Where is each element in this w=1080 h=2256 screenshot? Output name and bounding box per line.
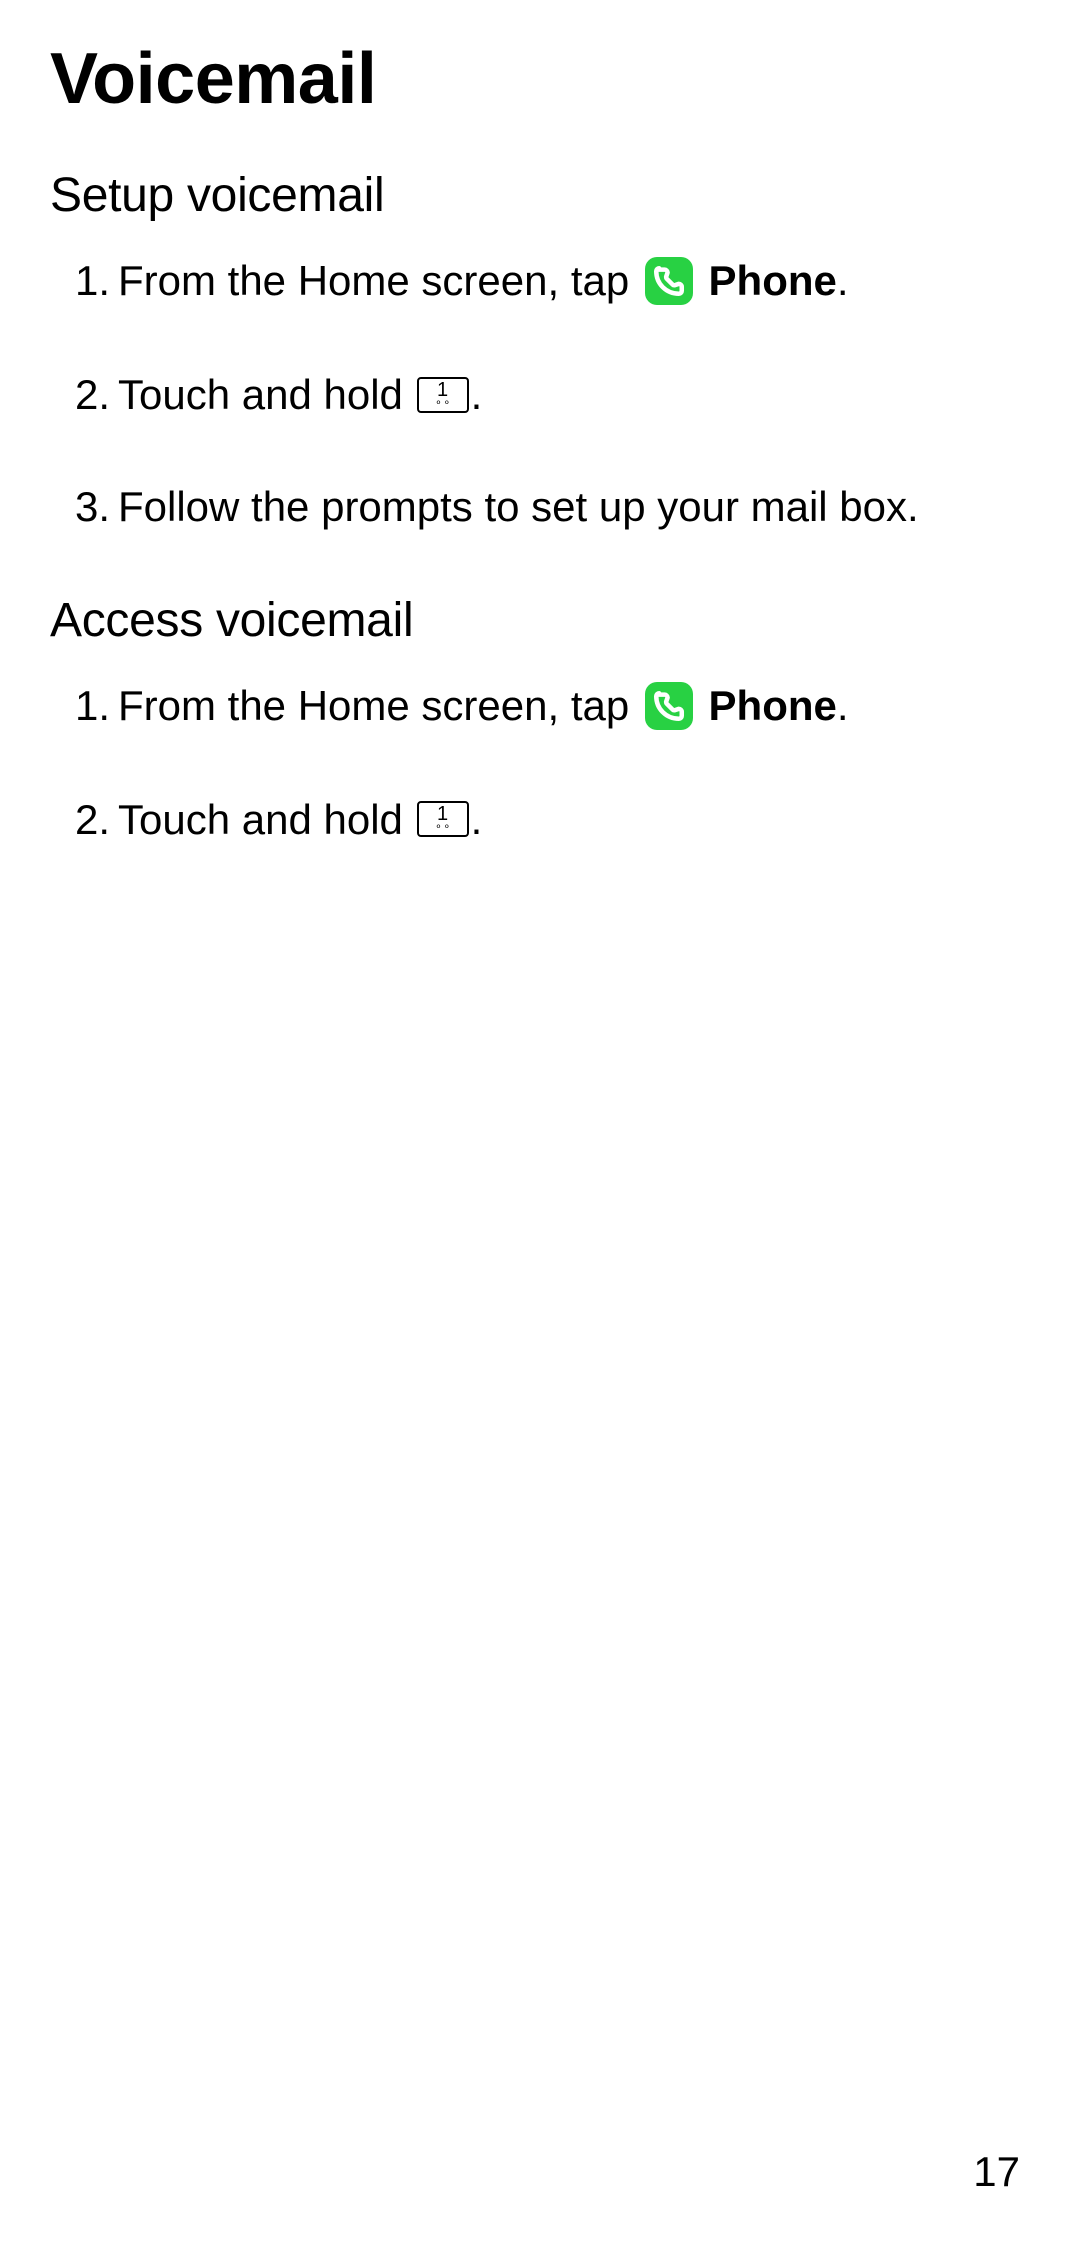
step-text: Touch and hold <box>118 371 415 418</box>
step-text: From the Home screen, tap <box>118 682 641 729</box>
key-1-icon: 1⚬⚬ <box>417 377 469 413</box>
key-digit: 1 <box>437 804 448 824</box>
key-subsymbol: ⚬⚬ <box>434 823 451 833</box>
step-text: . <box>471 796 483 843</box>
step-text: Follow the prompts to set up your mail b… <box>118 483 919 530</box>
phone-label: Phone <box>709 682 837 729</box>
phone-label: Phone <box>709 257 837 304</box>
step-text: . <box>837 682 849 729</box>
step-text: . <box>837 257 849 304</box>
page: Voicemail Setup voicemail From the Home … <box>0 0 1080 2256</box>
steps-setup: From the Home screen, tap Phone. Touch a… <box>50 253 1030 536</box>
steps-access: From the Home screen, tap Phone. Touch a… <box>50 678 1030 849</box>
list-item: Touch and hold 1⚬⚬. <box>118 367 1030 424</box>
list-item: From the Home screen, tap Phone. <box>118 253 1030 311</box>
step-text: Touch and hold <box>118 796 415 843</box>
list-item: From the Home screen, tap Phone. <box>118 678 1030 736</box>
key-1-icon: 1⚬⚬ <box>417 801 469 837</box>
list-item: Touch and hold 1⚬⚬. <box>118 792 1030 849</box>
section-heading-setup: Setup voicemail <box>50 167 1030 225</box>
phone-icon <box>645 257 693 305</box>
step-text: . <box>471 371 483 418</box>
step-text: From the Home screen, tap <box>118 257 641 304</box>
list-item: Follow the prompts to set up your mail b… <box>118 479 1030 536</box>
phone-icon <box>645 682 693 730</box>
section-heading-access: Access voicemail <box>50 592 1030 650</box>
page-title: Voicemail <box>50 40 1030 119</box>
key-subsymbol: ⚬⚬ <box>434 399 451 409</box>
page-number: 17 <box>973 2148 1020 2196</box>
key-digit: 1 <box>437 380 448 400</box>
